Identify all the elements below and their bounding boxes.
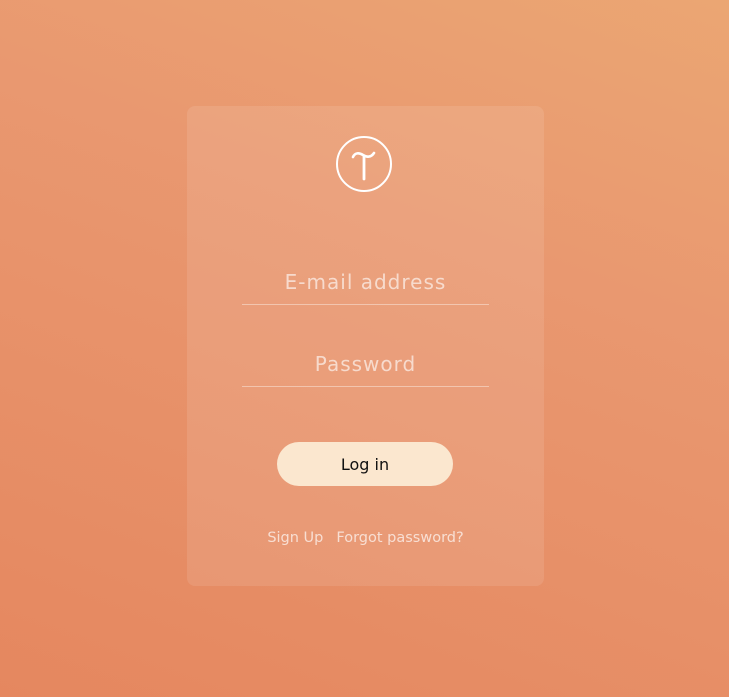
password-field bbox=[242, 342, 489, 387]
auth-links: Sign Up Forgot password? bbox=[187, 530, 544, 546]
login-button[interactable]: Log in bbox=[277, 442, 453, 486]
password-input[interactable] bbox=[242, 342, 489, 386]
tilda-logo-icon bbox=[336, 136, 392, 192]
signup-link[interactable]: Sign Up bbox=[267, 530, 323, 546]
forgot-password-link[interactable]: Forgot password? bbox=[336, 530, 463, 546]
email-field bbox=[242, 260, 489, 305]
email-input[interactable] bbox=[242, 260, 489, 304]
login-card: Log in Sign Up Forgot password? bbox=[187, 106, 544, 586]
